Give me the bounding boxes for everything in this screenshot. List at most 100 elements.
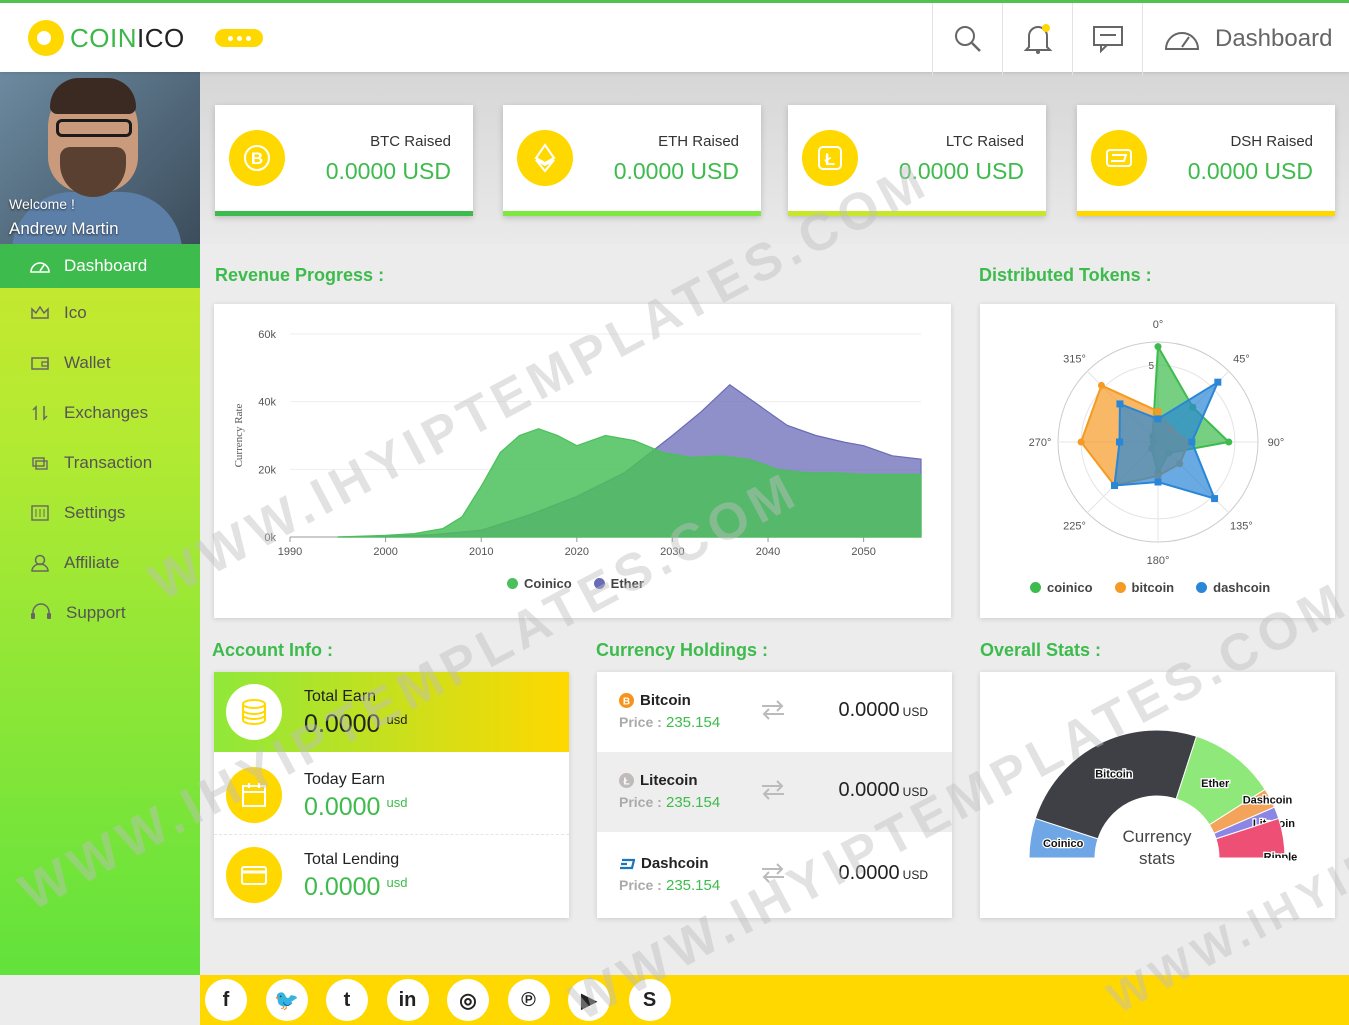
dashboard-header-label: Dashboard	[1215, 25, 1333, 52]
holding-name: Dashcoin	[641, 855, 709, 872]
sidebar-item-wallet[interactable]: Wallet	[0, 338, 200, 388]
x-tick-label: 1990	[278, 546, 302, 558]
sidebar-item-support[interactable]: Support	[0, 588, 200, 638]
sidebar-item-dashboard[interactable]: Dashboard	[0, 244, 200, 288]
account-unit: usd	[386, 795, 408, 810]
sidebar-item-ico[interactable]: Ico	[0, 288, 200, 338]
donut-label: Ether	[1201, 778, 1230, 790]
pinterest-icon[interactable]: ℗	[507, 979, 550, 1021]
sidebar-item-label: Ico	[64, 303, 87, 322]
sidebar-item-settings[interactable]: Settings	[0, 488, 200, 538]
account-label: Total Lending	[304, 851, 400, 868]
stat-accent-bar	[503, 211, 761, 216]
speedometer-icon	[1164, 32, 1200, 50]
menu-toggle-button[interactable]	[215, 29, 263, 47]
holding-value: 0.0000	[838, 862, 900, 884]
account-unit: usd	[386, 875, 408, 890]
holding-name: Bitcoin	[640, 692, 691, 709]
sidebar-item-label: Affiliate	[64, 553, 120, 572]
sidebar-item-exchanges[interactable]: Exchanges	[0, 388, 200, 438]
radar-angle-label: 225°	[1063, 520, 1086, 532]
svg-text:B: B	[251, 149, 263, 168]
search-icon	[954, 26, 981, 52]
sidebar-item-label: Wallet	[64, 353, 111, 372]
radar-angle-label: 135°	[1230, 520, 1253, 532]
sidebar-item-transaction[interactable]: Transaction	[0, 438, 200, 488]
search-button[interactable]	[932, 3, 1002, 75]
holding-row-bitcoin: B Bitcoin Price : 235.154 0.0000 USD	[597, 672, 952, 752]
revenue-progress-title: Revenue Progress :	[215, 265, 385, 285]
welcome-text: Welcome !	[9, 196, 75, 212]
sidebar-item-label: Settings	[64, 503, 126, 522]
footer	[200, 975, 1349, 1025]
legend-item[interactable]: coinico	[1030, 580, 1093, 595]
radar-angle-label: 90°	[1268, 437, 1285, 449]
stat-accent-bar	[215, 211, 473, 216]
twitter-icon[interactable]: 🐦	[265, 979, 308, 1021]
radar-point	[1214, 378, 1222, 386]
legend-item[interactable]: Ether	[593, 576, 644, 591]
youtube-icon[interactable]: ▶	[568, 979, 610, 1021]
svg-text:Ł: Ł	[623, 777, 629, 788]
stat-label: LTC Raised	[945, 133, 1024, 150]
y-tick-label: 20k	[258, 464, 276, 476]
revenue-chart-panel: 0k 20k 40k 60k 1990 2000 2010 2020 2030 2040 2050 C…	[214, 304, 951, 618]
legend-item[interactable]: bitcoin	[1114, 580, 1174, 595]
transaction-icon	[32, 457, 48, 470]
tokens-radar-panel: 0° 45° 90° 135° 180° 225° 270° 315° 5 coinico bi…	[980, 304, 1335, 618]
bitcoin-icon: B	[229, 130, 285, 186]
sidebar-item-label: Exchanges	[64, 403, 149, 422]
exchange-icon	[32, 405, 48, 421]
user-name: Andrew Martin	[9, 219, 119, 238]
tumblr-icon[interactable]: t	[326, 979, 368, 1021]
price-label: Price :	[619, 794, 662, 810]
account-value: 0.0000	[304, 873, 381, 901]
holding-unit: USD	[902, 705, 928, 719]
holding-row-litecoin: Ł Litecoin Price : 235.154 0.0000 USD	[597, 752, 952, 832]
stat-accent-bar	[1077, 211, 1335, 216]
revenue-area-chart: 0k 20k 40k 60k 1990 2000 2010 2020 2030 2040 2050 C…	[233, 329, 922, 558]
donut-label: Bitcoin	[1095, 768, 1133, 780]
y-tick-label: 40k	[258, 397, 276, 409]
account-label: Today Earn	[304, 771, 385, 788]
radar-angle-label: 0°	[1153, 319, 1164, 331]
swap-icon[interactable]	[760, 698, 786, 722]
linkedin-icon[interactable]: in	[386, 979, 429, 1021]
legend-item[interactable]: dashcoin	[1196, 580, 1270, 595]
tokens-legend: coinico bitcoin dashcoin	[1030, 580, 1270, 595]
sidebar-item-affiliate[interactable]: Affiliate	[0, 538, 200, 588]
sidebar-item-label: Support	[66, 603, 126, 622]
holding-price: 235.154	[665, 877, 721, 894]
stat-card-btc: B BTC Raised 0.0000 USD	[215, 105, 473, 216]
stat-value: 0.0000 USD	[613, 158, 739, 184]
litecoin-icon: Ł	[802, 130, 858, 186]
messages-button[interactable]	[1072, 3, 1142, 75]
sidebar: Welcome ! Andrew Martin Dashboard Ico Wa…	[0, 72, 200, 975]
coins-icon	[226, 684, 282, 740]
skype-icon[interactable]: S	[628, 979, 671, 1021]
account-unit: usd	[386, 712, 408, 727]
notifications-button[interactable]	[1002, 3, 1072, 75]
overall-stats-chart: CoinicoBitcoinEtherDashcoinLitecoinRippl…	[1027, 729, 1299, 918]
logo-text-left: COIN	[70, 22, 137, 53]
radar-point	[1154, 343, 1162, 351]
dash-icon	[620, 858, 635, 869]
facebook-icon[interactable]: f	[205, 979, 247, 1021]
overall-stats-title: Overall Stats :	[980, 640, 1102, 660]
price-label: Price :	[619, 877, 662, 893]
svg-text:Ł: Ł	[825, 150, 835, 169]
radar-point	[1116, 438, 1124, 446]
profile-card: Welcome ! Andrew Martin	[0, 72, 200, 244]
bitcoin-icon: B	[619, 693, 634, 708]
instagram-icon[interactable]: ◎	[447, 979, 489, 1021]
logo[interactable]: COINICO	[28, 20, 185, 56]
dashboard-header-link[interactable]: Dashboard	[1142, 3, 1349, 75]
donut-center-label: stats	[1139, 849, 1175, 868]
radar-point	[1154, 407, 1162, 415]
swap-icon[interactable]	[760, 861, 786, 885]
revenue-legend: Coinico Ether	[507, 576, 644, 591]
legend-item[interactable]: Coinico	[507, 576, 572, 591]
swap-icon[interactable]	[760, 778, 786, 802]
radar-point	[1110, 482, 1118, 490]
stat-label: DSH Raised	[1230, 133, 1313, 150]
